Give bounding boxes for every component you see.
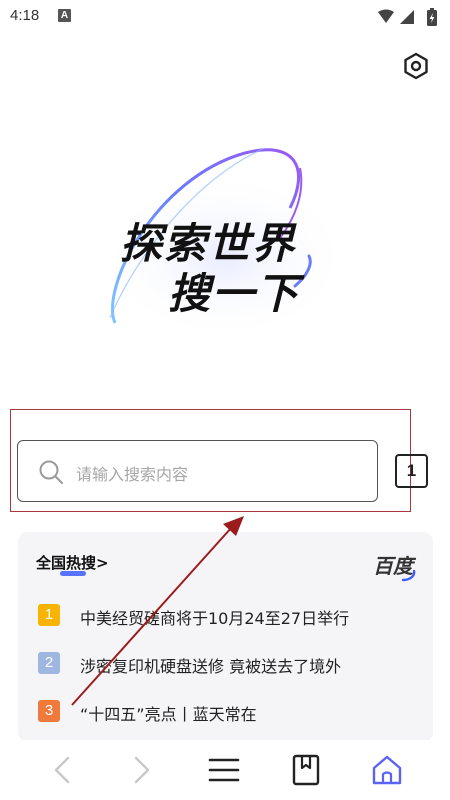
search-icon (39, 460, 63, 484)
hot-search-item[interactable]: 2 涉密复印机硬盘送修 竟被送去了境外 (38, 652, 418, 676)
hot-search-item-text: 涉密复印机硬盘送修 竟被送去了境外 (80, 657, 342, 676)
hot-search-card: 全国热搜> 百度 1 中美经贸磋商将于10月24至27日举行 2 涉密复印机硬盘… (18, 532, 433, 742)
hot-search-item-text: “十四五”亮点丨蓝天常在 (80, 705, 257, 724)
rank-badge: 1 (38, 604, 60, 626)
status-bar: 4:18 A (0, 0, 450, 34)
forward-icon[interactable] (122, 750, 162, 790)
hot-search-item[interactable]: 3 “十四五”亮点丨蓝天常在 (38, 700, 418, 724)
hot-search-item-text: 中美经贸磋商将于10月24至27日举行 (80, 609, 350, 628)
hero-title-line2: 搜一下 (168, 269, 301, 318)
battery-icon (427, 8, 437, 26)
wifi-icon (378, 9, 394, 23)
settings-icon[interactable] (402, 52, 430, 80)
status-time: 4:18 (10, 7, 40, 24)
hot-search-title[interactable]: 全国热搜> (36, 552, 109, 573)
notification-icon: A (58, 9, 71, 22)
signal-icon (400, 10, 414, 24)
rank-badge: 3 (38, 700, 60, 722)
back-icon[interactable] (42, 750, 82, 790)
status-icons (378, 8, 437, 26)
bookmarks-icon[interactable] (286, 750, 326, 790)
search-input[interactable]: 请输入搜索内容 (17, 440, 378, 502)
title-underline (60, 571, 86, 576)
tab-count-button[interactable]: 1 (395, 454, 428, 488)
baidu-swoosh-icon (401, 570, 416, 582)
home-icon[interactable] (367, 750, 407, 790)
rank-badge: 2 (38, 652, 60, 674)
bottom-nav (0, 740, 450, 800)
menu-icon[interactable] (204, 750, 244, 790)
hot-search-item[interactable]: 1 中美经贸磋商将于10月24至27日举行 (38, 604, 418, 628)
search-placeholder: 请输入搜索内容 (76, 465, 189, 484)
